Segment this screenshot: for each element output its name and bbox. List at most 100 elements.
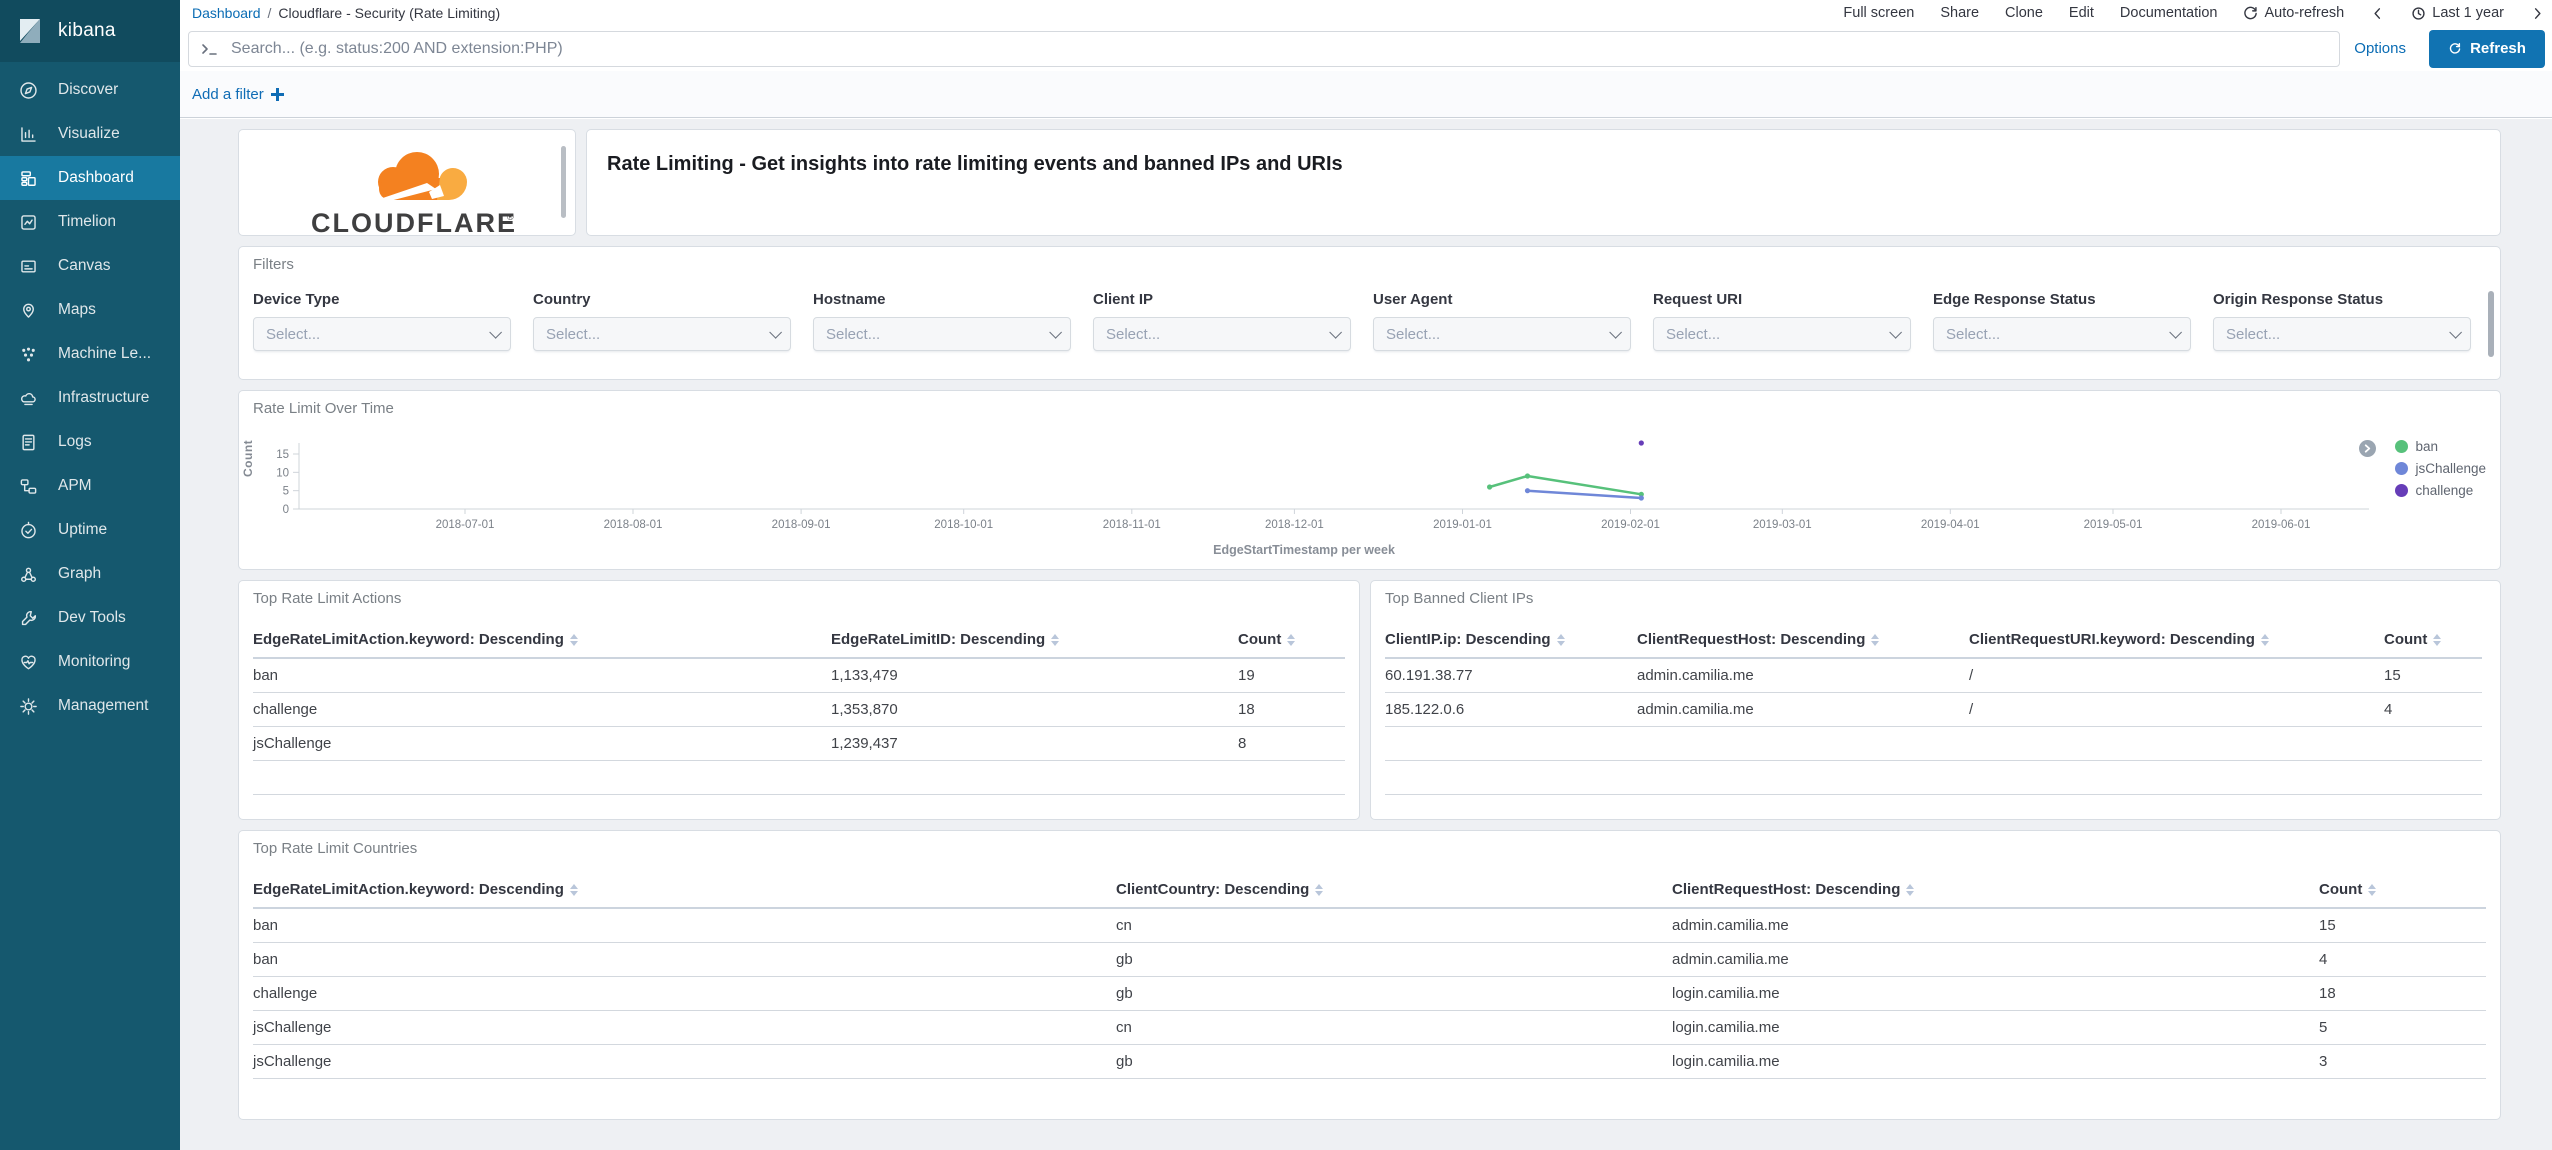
sidebar-item-visualize[interactable]: Visualize [0,112,180,156]
sort-icon [1051,633,1060,646]
options-link[interactable]: Options [2354,40,2406,57]
sort-icon [2368,883,2377,896]
auto-refresh-icon [2244,6,2258,19]
share-button[interactable]: Share [1940,5,1979,21]
apm-icon [20,478,37,494]
page-title: Cloudflare - Security (Rate Limiting) [278,5,501,21]
countries-table: EdgeRateLimitAction.keyword: Descending … [253,881,2486,1079]
client-ip-select[interactable]: Select... [1093,317,1351,351]
console-prompt-icon [202,43,217,55]
svg-text:2018-07-01: 2018-07-01 [436,519,495,531]
sidebar-item-uptime[interactable]: Uptime [0,508,180,552]
panel-scrollbar[interactable] [561,146,566,218]
search-input-box[interactable] [188,30,2341,67]
table-row: challenge gb login.camilia.me 18 [253,976,2486,1011]
panel-scrollbar[interactable] [2488,291,2494,357]
origin-response-status-select[interactable]: Select... [2213,317,2471,351]
sort-icon [1287,633,1296,646]
device-type-select[interactable]: Select... [253,317,511,351]
chevron-down-icon [1609,325,1622,339]
sidebar-item-infrastructure[interactable]: Infrastructure [0,376,180,420]
breadcrumb-separator: / [267,5,272,21]
column-sort-header[interactable]: EdgeRateLimitID: Descending [831,631,1060,648]
column-sort-header[interactable]: Count [1238,631,1296,648]
chevron-down-icon [1049,325,1062,339]
kibana-logo[interactable]: kibana [0,0,180,62]
auto-refresh-button[interactable]: Auto-refresh [2243,5,2344,21]
column-sort-header[interactable]: Count [2384,631,2442,648]
column-sort-header[interactable]: EdgeRateLimitAction.keyword: Descending [253,881,578,898]
documentation-link[interactable]: Documentation [2120,5,2218,21]
request-uri-select[interactable]: Select... [1653,317,1911,351]
svg-text:2018-12-01: 2018-12-01 [1265,519,1324,531]
map-pin-icon [23,303,34,318]
machine-learning-icon [22,347,35,361]
column-sort-header[interactable]: ClientCountry: Descending [1116,881,1324,898]
chevron-down-icon [2169,325,2182,339]
refresh-button[interactable]: Refresh [2429,29,2545,68]
breadcrumb-dashboard-link[interactable]: Dashboard [192,5,261,21]
sidebar-item-apm[interactable]: APM [0,464,180,508]
svg-text:2019-04-01: 2019-04-01 [1921,519,1980,531]
empty-table-row [253,760,1345,795]
x-axis-label: EdgeStartTimestamp per week [1213,543,1395,557]
table-header-row: EdgeRateLimitAction.keyword: Descending … [253,881,2486,909]
column-sort-header[interactable]: ClientRequestHost: Descending [1637,631,1880,648]
edge-response-status-select[interactable]: Select... [1933,317,2191,351]
table-header-row: ClientIP.ip: Descending ClientRequestHos… [1385,631,2482,659]
hostname-select[interactable]: Select... [813,317,1071,351]
sidebar-item-graph[interactable]: Graph [0,552,180,596]
sidebar-item-maps[interactable]: Maps [0,288,180,332]
time-forward-chevron-icon[interactable] [2530,6,2545,21]
column-sort-header[interactable]: ClientRequestHost: Descending [1672,881,1915,898]
time-back-chevron-icon[interactable] [2370,6,2385,21]
user-agent-select[interactable]: Select... [1373,317,1631,351]
clone-button[interactable]: Clone [2005,5,2043,21]
sidebar-item-machine-learning[interactable]: Machine Le... [0,332,180,376]
search-input[interactable] [231,39,2328,58]
filter-edge-response-status: Edge Response Status Select... [1933,291,2191,351]
filter-client-ip: Client IP Select... [1093,291,1351,351]
sidebar-item-dashboard[interactable]: Dashboard [0,156,180,200]
legend-item-ban[interactable]: ban [2395,439,2486,454]
column-sort-header[interactable]: Count [2319,881,2377,898]
filter-country: Country Select... [533,291,791,351]
filter-request-uri: Request URI Select... [1653,291,1911,351]
gear-icon [20,697,37,715]
legend-item-jschallenge[interactable]: jsChallenge [2395,461,2486,476]
column-sort-header[interactable]: EdgeRateLimitAction.keyword: Descending [253,631,578,648]
add-filter-button[interactable]: Add a filter [192,86,284,103]
sidebar-item-monitoring[interactable]: Monitoring [0,640,180,684]
clock-icon [2412,6,2425,20]
cloud-server-icon [20,392,36,405]
sidebar-item-timelion[interactable]: Timelion [0,200,180,244]
panel-title: Top Rate Limit Countries [253,840,418,857]
sidebar-item-dev-tools[interactable]: Dev Tools [0,596,180,640]
graph-nodes-icon [21,567,36,582]
full-screen-button[interactable]: Full screen [1843,5,1914,21]
kibana-logo-icon [20,19,40,43]
column-sort-header[interactable]: ClientRequestURI.keyword: Descending [1969,631,2269,648]
sidebar-item-discover[interactable]: Discover [0,68,180,112]
svg-text:2019-03-01: 2019-03-01 [1753,519,1812,531]
banned-ips-table: ClientIP.ip: Descending ClientRequestHos… [1385,631,2482,795]
svg-text:2019-06-01: 2019-06-01 [2252,519,2311,531]
column-sort-header[interactable]: ClientIP.ip: Descending [1385,631,1565,648]
sidebar-item-logs[interactable]: Logs [0,420,180,464]
legend-item-challenge[interactable]: challenge [2395,483,2486,498]
sidebar-item-management[interactable]: Management [0,684,180,728]
time-range-picker[interactable]: Last 1 year [2411,5,2504,21]
legend-toggle-icon[interactable] [2359,440,2376,457]
table-row: ban cn admin.camilia.me 15 [253,908,2486,943]
sort-icon [2260,633,2269,646]
sort-icon [569,883,578,896]
sort-icon [569,633,578,646]
plus-icon [270,87,284,101]
country-select[interactable]: Select... [533,317,791,351]
bar-chart-icon [21,126,36,142]
actions-table: EdgeRateLimitAction.keyword: Descending … [253,631,1345,795]
sidebar-item-canvas[interactable]: Canvas [0,244,180,288]
edit-button[interactable]: Edit [2069,5,2094,21]
uptime-check-icon [21,521,36,538]
refresh-icon [2449,42,2461,54]
